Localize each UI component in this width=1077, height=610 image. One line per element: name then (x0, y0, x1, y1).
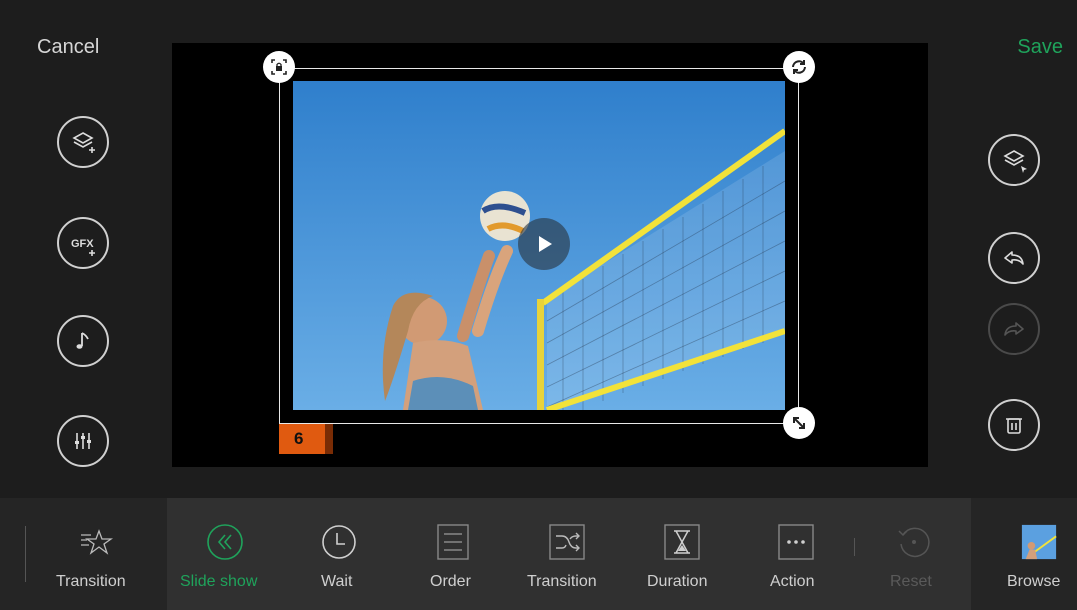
svg-text:GFX: GFX (71, 238, 94, 250)
sliders-icon (75, 433, 91, 449)
slide-show-tab[interactable]: Slide show (175, 498, 275, 610)
wait-tab-label: Wait (321, 573, 353, 590)
browse-tab[interactable]: Browse (1005, 498, 1075, 610)
action-tab-label: Action (770, 573, 815, 590)
shuffle-icon (549, 524, 585, 560)
delete-button[interactable] (988, 399, 1040, 451)
cancel-button[interactable]: Cancel (37, 36, 99, 59)
gfx-plus-icon: GFX (71, 238, 95, 256)
lock-frame-icon (271, 59, 287, 75)
hourglass-icon (664, 524, 700, 560)
slide-number-badge-edge (325, 424, 333, 454)
dots-icon (778, 524, 814, 560)
lock-handle[interactable] (263, 51, 295, 83)
transition-settings-tab[interactable]: Transition (522, 498, 614, 610)
wait-tab[interactable]: Wait (310, 498, 370, 610)
browse-tab-label: Browse (1007, 573, 1061, 590)
action-tab[interactable]: Action (765, 498, 827, 610)
music-button[interactable] (57, 315, 109, 367)
transition-settings-tab-label: Transition (527, 573, 597, 590)
rotate-icon (792, 60, 806, 74)
rotate-handle[interactable] (783, 51, 815, 83)
transition-tab-label: Transition (56, 573, 126, 590)
layers-plus-icon (72, 132, 95, 153)
order-tab-label: Order (430, 573, 471, 590)
transition-tab[interactable]: Transition (50, 498, 142, 610)
audio-mixer-button[interactable] (57, 415, 109, 467)
resize-diagonal-icon (793, 417, 805, 429)
bottom-toolbar: Transition Slide show Wait Order Transit… (0, 498, 1077, 610)
add-gfx-button[interactable]: GFX (57, 217, 109, 269)
photo-thumbnail-icon (1021, 524, 1057, 560)
star-lines-icon (81, 529, 114, 555)
play-icon (539, 236, 552, 252)
double-chevron-left-icon (207, 524, 243, 560)
list-icon (437, 524, 469, 560)
slide-preview[interactable]: 6 (172, 43, 928, 467)
select-layer-button[interactable] (988, 134, 1040, 186)
reset-tab[interactable]: Reset (885, 498, 943, 610)
slide-show-tab-label: Slide show (180, 573, 258, 590)
trash-icon (1006, 418, 1022, 434)
slide-number-badge: 6 (279, 424, 325, 454)
toolbar-divider (25, 526, 26, 582)
undo-button[interactable] (988, 232, 1040, 284)
music-note-icon (76, 332, 89, 349)
reset-tab-label: Reset (890, 573, 932, 590)
add-layer-button[interactable] (57, 116, 109, 168)
reset-icon (898, 527, 930, 558)
order-tab[interactable]: Order (425, 498, 485, 610)
redo-button[interactable] (988, 303, 1040, 355)
duration-tab[interactable]: Duration (645, 498, 720, 610)
layers-cursor-icon (1003, 150, 1027, 173)
resize-handle[interactable] (783, 407, 815, 439)
clock-icon (322, 525, 356, 559)
save-button[interactable]: Save (1017, 36, 1063, 59)
redo-icon (1004, 322, 1024, 336)
undo-icon (1004, 251, 1024, 265)
duration-tab-label: Duration (647, 573, 708, 590)
toolbar-divider (854, 538, 855, 556)
play-button[interactable] (518, 218, 570, 270)
